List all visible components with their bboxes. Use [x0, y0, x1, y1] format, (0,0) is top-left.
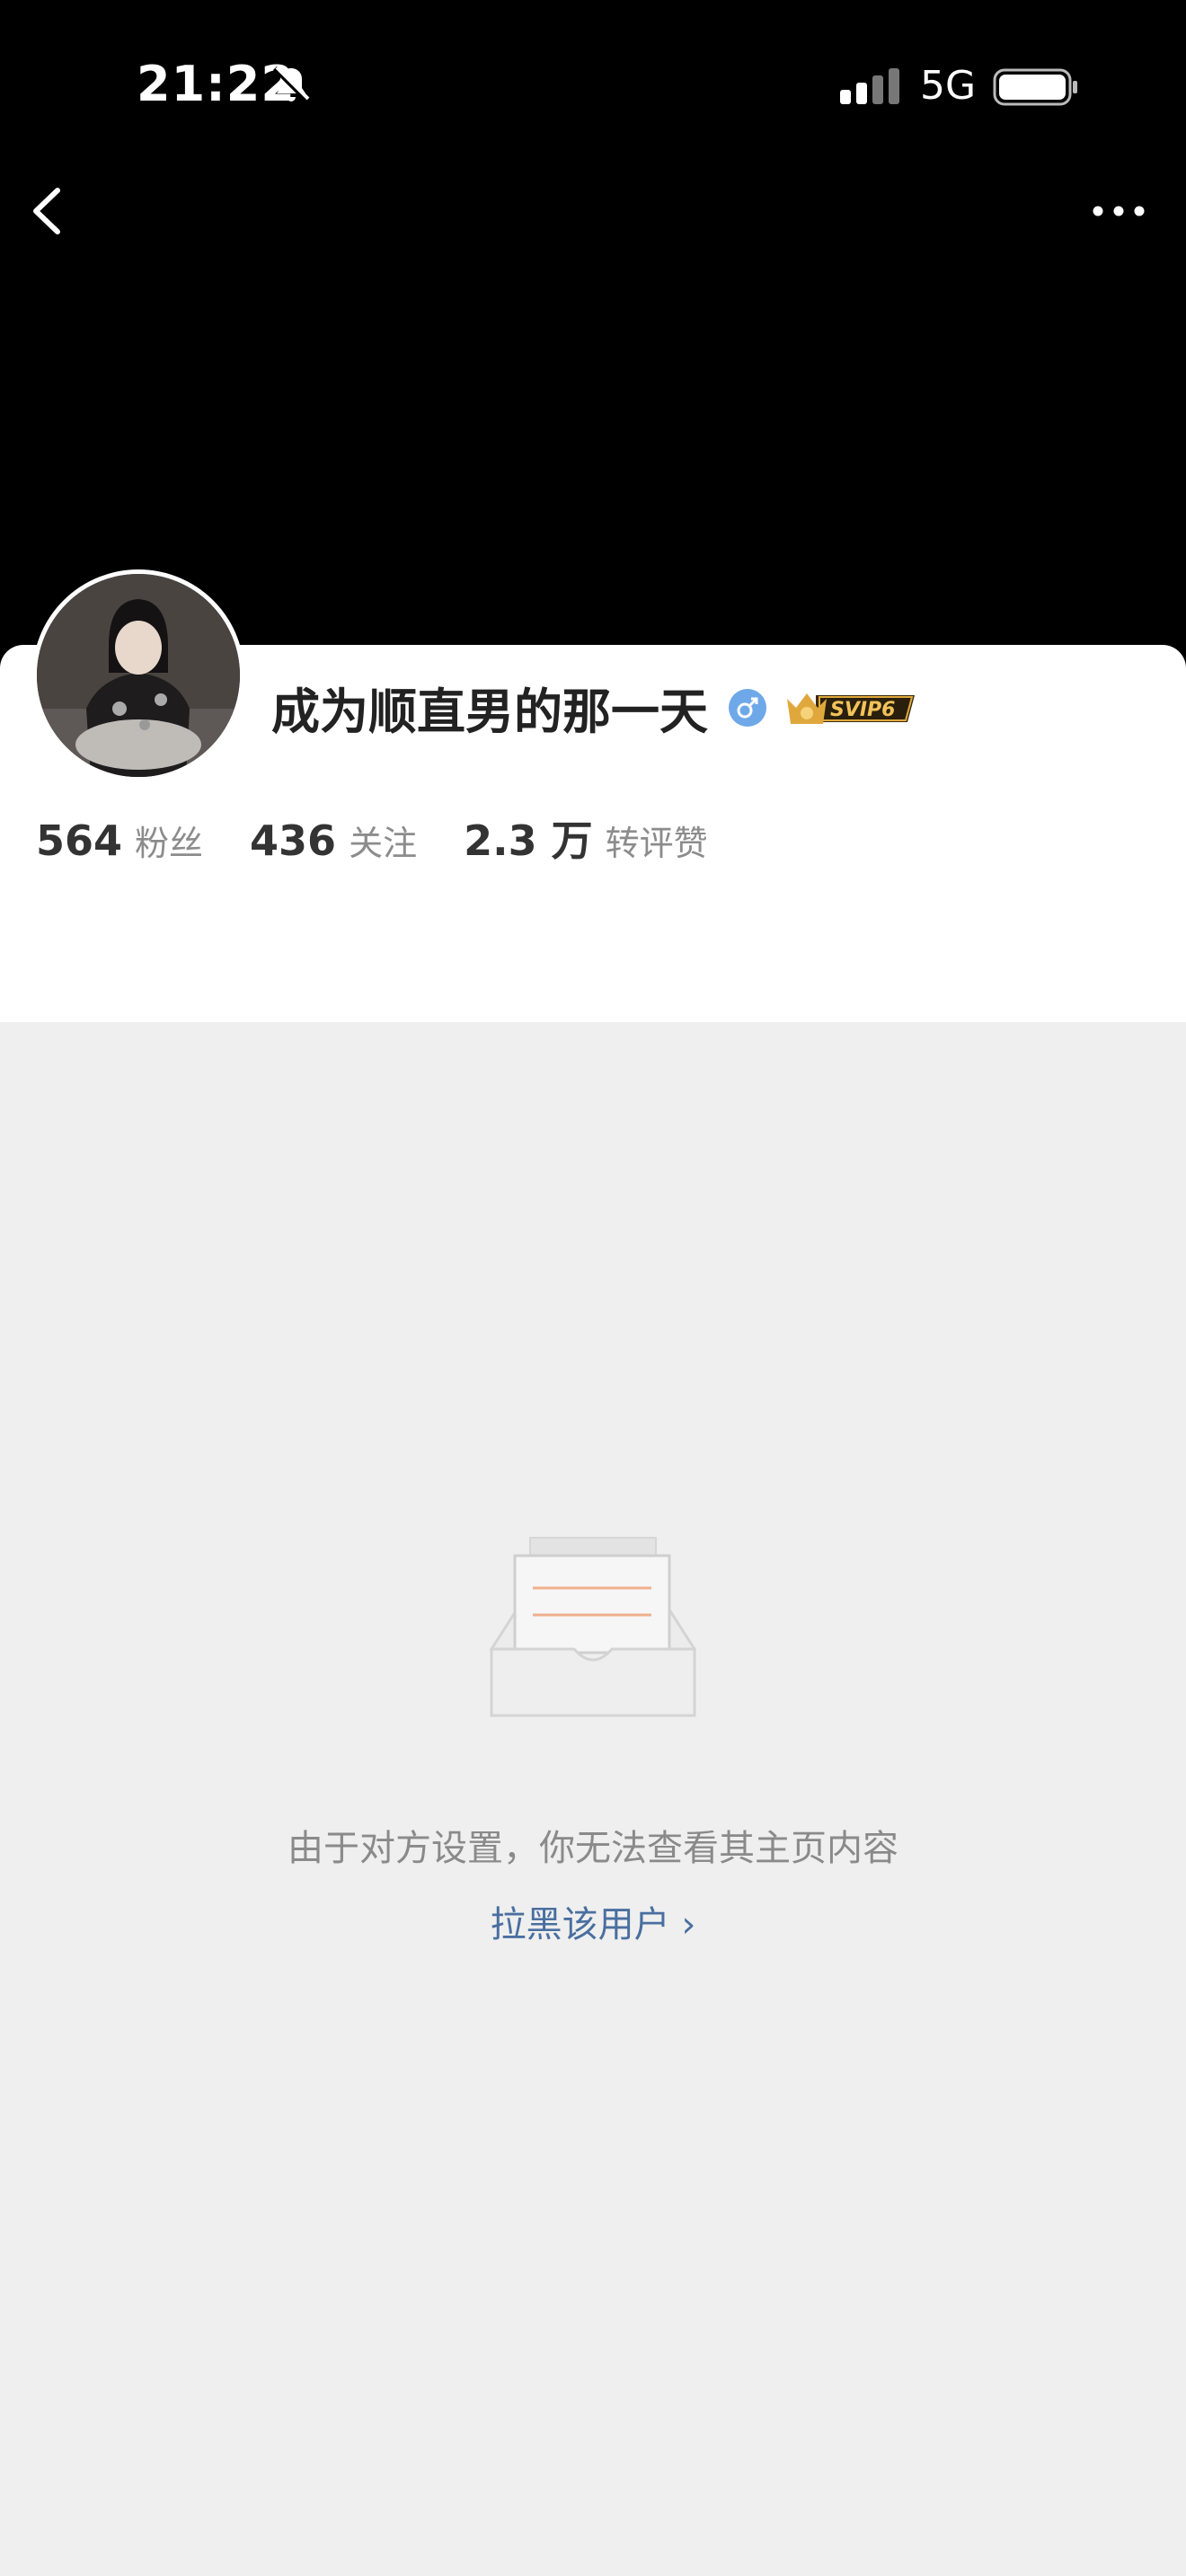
profile-stats: 564 粉丝 436 关注 2.3 万 转评赞 [36, 808, 755, 868]
stat-label: 粉丝 [135, 824, 204, 863]
stat-interactions[interactable]: 2.3 万 转评赞 [464, 808, 708, 868]
svip-badge-label: SVIP6 [830, 699, 896, 721]
profile-name: 成为顺直男的那一天 [271, 684, 708, 740]
battery-icon [993, 68, 1077, 106]
bell-off-icon [272, 66, 310, 103]
restriction-message: 由于对方设置，你无法查看其主页内容 [288, 1828, 898, 1869]
signal-icon [840, 68, 899, 104]
stat-label: 转评赞 [605, 824, 708, 863]
stat-value: 436 [250, 816, 337, 865]
male-icon [729, 688, 766, 727]
avatar[interactable] [32, 569, 244, 781]
stat-following[interactable]: 436 关注 [250, 816, 417, 865]
status-bar: 21:22 5G [0, 0, 1186, 171]
empty-inbox-icon [490, 1537, 696, 1717]
network-type: 5G [920, 63, 977, 109]
avatar-image [37, 574, 240, 777]
block-user-link[interactable]: 拉黑该用户 › [0, 1895, 1186, 1947]
stat-value: 2.3 万 [464, 816, 593, 865]
chevron-left-icon[interactable] [23, 180, 77, 243]
stat-value: 564 [36, 816, 123, 865]
stat-label: 关注 [349, 824, 418, 863]
stat-followers[interactable]: 564 粉丝 [36, 816, 203, 865]
profile-name-row: 成为顺直男的那一天 SVIP6 [271, 672, 918, 743]
svip-badge-icon[interactable]: SVIP6 [783, 683, 918, 733]
more-horizontal-icon[interactable] [1087, 193, 1150, 229]
